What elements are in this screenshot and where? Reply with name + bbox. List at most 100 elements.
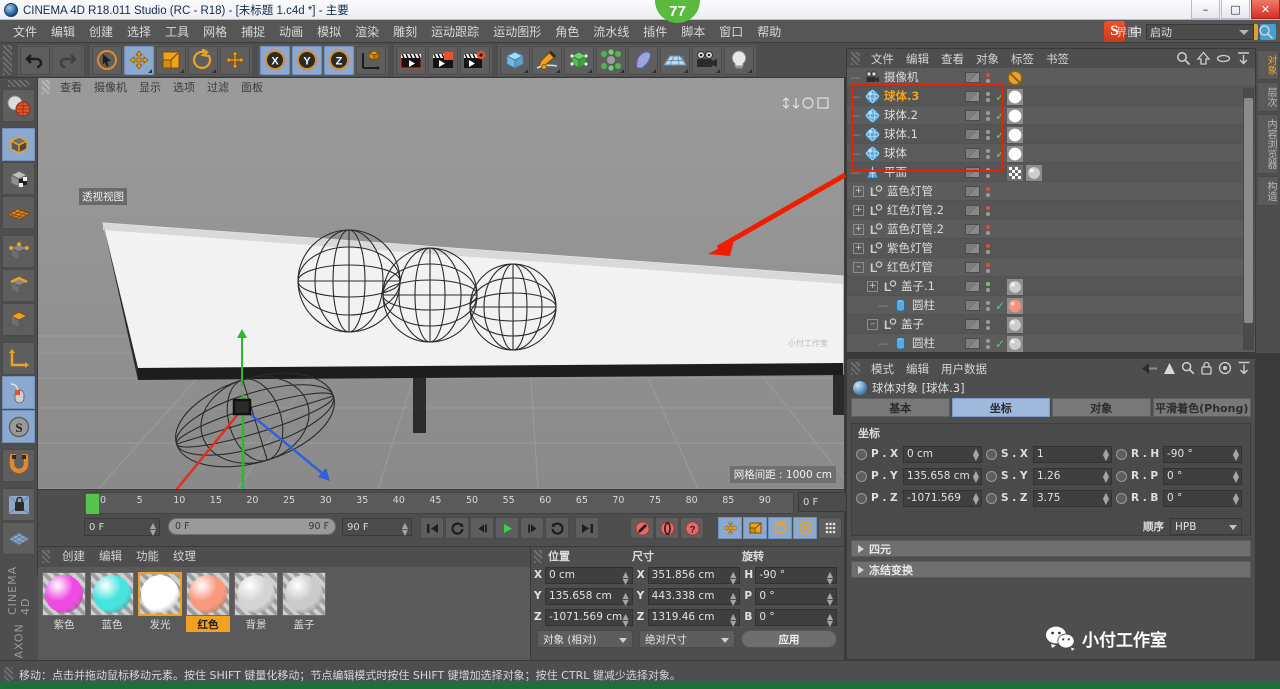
object-tree-scrollbar[interactable] — [1243, 88, 1254, 350]
object-row[interactable]: – L 盖子 — [847, 315, 1255, 334]
object-axis-icon[interactable] — [2, 342, 35, 375]
expand-icon[interactable]: + — [853, 223, 864, 235]
visibility-toggle[interactable] — [965, 281, 980, 292]
side-tab-构造[interactable]: 构造 — [1257, 176, 1279, 206]
camera-icon[interactable] — [692, 45, 722, 75]
menu-item-窗口[interactable]: 窗口 — [712, 21, 750, 42]
menu-item-动画[interactable]: 动画 — [272, 21, 310, 42]
ellipse-icon[interactable] — [1216, 51, 1231, 66]
object-row[interactable]: — 球体.2 ✓ — [847, 106, 1255, 125]
section-freeze-transform[interactable]: 冻结变换 — [851, 561, 1251, 578]
object-row[interactable]: — 圆柱 ✓ — [847, 296, 1255, 315]
viewport-menu-查看[interactable]: 查看 — [54, 79, 88, 95]
select-icon[interactable] — [92, 45, 122, 75]
field-input[interactable]: 1 ▲ ▼ — [1033, 445, 1112, 463]
spinner-icon[interactable]: ▲▼ — [402, 522, 408, 537]
fit-icon[interactable] — [1237, 361, 1251, 375]
field-input[interactable]: 135.658 cm ▲ ▼ — [903, 467, 982, 485]
material-thumbnail[interactable] — [186, 572, 230, 616]
visibility-dots[interactable] — [984, 262, 992, 273]
field-input[interactable]: 0 cm ▲ ▼ — [903, 445, 982, 463]
position-input[interactable]: -1071.569 cm ▲ ▼ — [545, 608, 633, 627]
workplane-lock-icon[interactable] — [2, 488, 35, 521]
material-item[interactable]: 盖子 — [282, 572, 326, 632]
move-world-icon[interactable] — [220, 45, 250, 75]
visibility-toggle[interactable] — [965, 319, 980, 330]
workplane-grid-icon[interactable] — [2, 522, 35, 555]
play-icon[interactable] — [495, 517, 519, 539]
visibility-toggle[interactable] — [965, 167, 980, 178]
material-thumbnail[interactable] — [282, 572, 326, 616]
attribute-tab-对象[interactable]: 对象 — [1052, 398, 1151, 417]
viewport-menu-摄像机[interactable]: 摄像机 — [88, 79, 133, 95]
object-menu-编辑[interactable]: 编辑 — [900, 51, 935, 67]
menu-item-渲染[interactable]: 渲染 — [348, 21, 386, 42]
spinner-icon[interactable]: ▲▼ — [827, 591, 833, 606]
visibility-dots[interactable] — [984, 91, 992, 102]
spline-pen-icon[interactable] — [532, 45, 562, 75]
size-input[interactable]: 351.856 cm ▲ ▼ — [647, 566, 741, 585]
tag-forbid-icon[interactable] — [1007, 69, 1023, 86]
material-item[interactable]: 背景 — [234, 572, 278, 632]
attribute-tab-平滑着色(Phong)[interactable]: 平滑着色(Phong) — [1152, 398, 1251, 417]
target-icon[interactable] — [1218, 361, 1232, 375]
object-menu-文件[interactable]: 文件 — [865, 51, 900, 67]
material-menu-创建[interactable]: 创建 — [55, 548, 92, 564]
record-key-icon[interactable] — [630, 517, 654, 539]
animate-toggle[interactable] — [856, 470, 867, 482]
spinner-icon[interactable]: ▲▼ — [623, 591, 629, 606]
menu-item-网格[interactable]: 网格 — [196, 21, 234, 42]
spinner-icon[interactable]: ▲▼ — [730, 591, 736, 606]
rotation-input[interactable]: 0 ° ▲ ▼ — [755, 587, 837, 606]
attribute-tab-基本[interactable]: 基本 — [851, 398, 950, 417]
interface-dropdown[interactable]: 启动 — [1146, 23, 1254, 40]
spinner-icon[interactable]: ▲▼ — [973, 447, 979, 462]
material-thumbnail[interactable] — [90, 572, 134, 616]
close-button[interactable]: ✕ — [1251, 0, 1280, 19]
visibility-dots[interactable] — [984, 167, 992, 178]
object-row[interactable]: — 球体 ✓ — [847, 144, 1255, 163]
material-thumbnail[interactable] — [234, 572, 278, 616]
spinner-icon[interactable]: ▲▼ — [973, 469, 979, 484]
attribute-menu-用户数据[interactable]: 用户数据 — [935, 361, 993, 377]
menu-item-运动跟踪[interactable]: 运动跟踪 — [424, 21, 486, 42]
menu-item-创建[interactable]: 创建 — [82, 21, 120, 42]
viewport-menu-过滤[interactable]: 过滤 — [201, 79, 235, 95]
tag-material-icon[interactable] — [1007, 107, 1023, 124]
rotation-input[interactable]: -90 ° ▲ ▼ — [755, 566, 837, 585]
render-settings-icon[interactable] — [460, 45, 490, 75]
spinner-icon[interactable]: ▲▼ — [623, 570, 629, 585]
animate-toggle[interactable] — [1116, 470, 1127, 482]
menu-item-雕刻[interactable]: 雕刻 — [386, 21, 424, 42]
field-input[interactable]: 3.75 ▲ ▼ — [1033, 489, 1112, 507]
go-to-start-icon[interactable] — [420, 517, 444, 539]
enabled-check-icon[interactable]: ✓ — [995, 337, 1005, 351]
side-tab-内容浏览器[interactable]: 内容浏览器 — [1257, 114, 1279, 174]
enabled-check-icon[interactable]: ✓ — [995, 299, 1005, 313]
enabled-check-icon[interactable]: ✓ — [995, 147, 1005, 161]
animate-toggle[interactable] — [986, 492, 997, 504]
back-arrow-icon[interactable] — [1141, 362, 1158, 375]
visibility-toggle[interactable] — [965, 205, 980, 216]
object-row[interactable]: + L 红色灯管.2 — [847, 201, 1255, 220]
tag-material-icon[interactable] — [1007, 88, 1023, 105]
expand-icon[interactable]: + — [853, 185, 864, 197]
menu-item-编辑[interactable]: 编辑 — [44, 21, 82, 42]
attribute-menu-模式[interactable]: 模式 — [865, 361, 900, 377]
next-frame-icon[interactable] — [520, 517, 544, 539]
menu-item-流水线[interactable]: 流水线 — [586, 21, 636, 42]
object-row[interactable]: + L 蓝色灯管 — [847, 182, 1255, 201]
up-arrow-icon[interactable] — [1163, 362, 1176, 375]
magnet-icon[interactable] — [2, 449, 35, 482]
maximize-button[interactable]: □ — [1221, 0, 1250, 19]
enabled-check-icon[interactable]: ✓ — [995, 90, 1005, 104]
autokey-icon[interactable] — [655, 517, 679, 539]
enable-axis-icon[interactable] — [2, 376, 35, 409]
up-level-icon[interactable] — [1196, 51, 1211, 66]
world-object-coordinate-icon[interactable] — [356, 45, 386, 75]
spinner-icon[interactable]: ▲▼ — [973, 491, 979, 506]
object-menu-书签[interactable]: 书签 — [1040, 51, 1075, 67]
position-input[interactable]: 0 cm ▲ ▼ — [545, 566, 633, 585]
object-row[interactable]: — 平面 — [847, 163, 1255, 182]
coord-mode-select[interactable]: 对象 (相对) — [537, 630, 633, 648]
